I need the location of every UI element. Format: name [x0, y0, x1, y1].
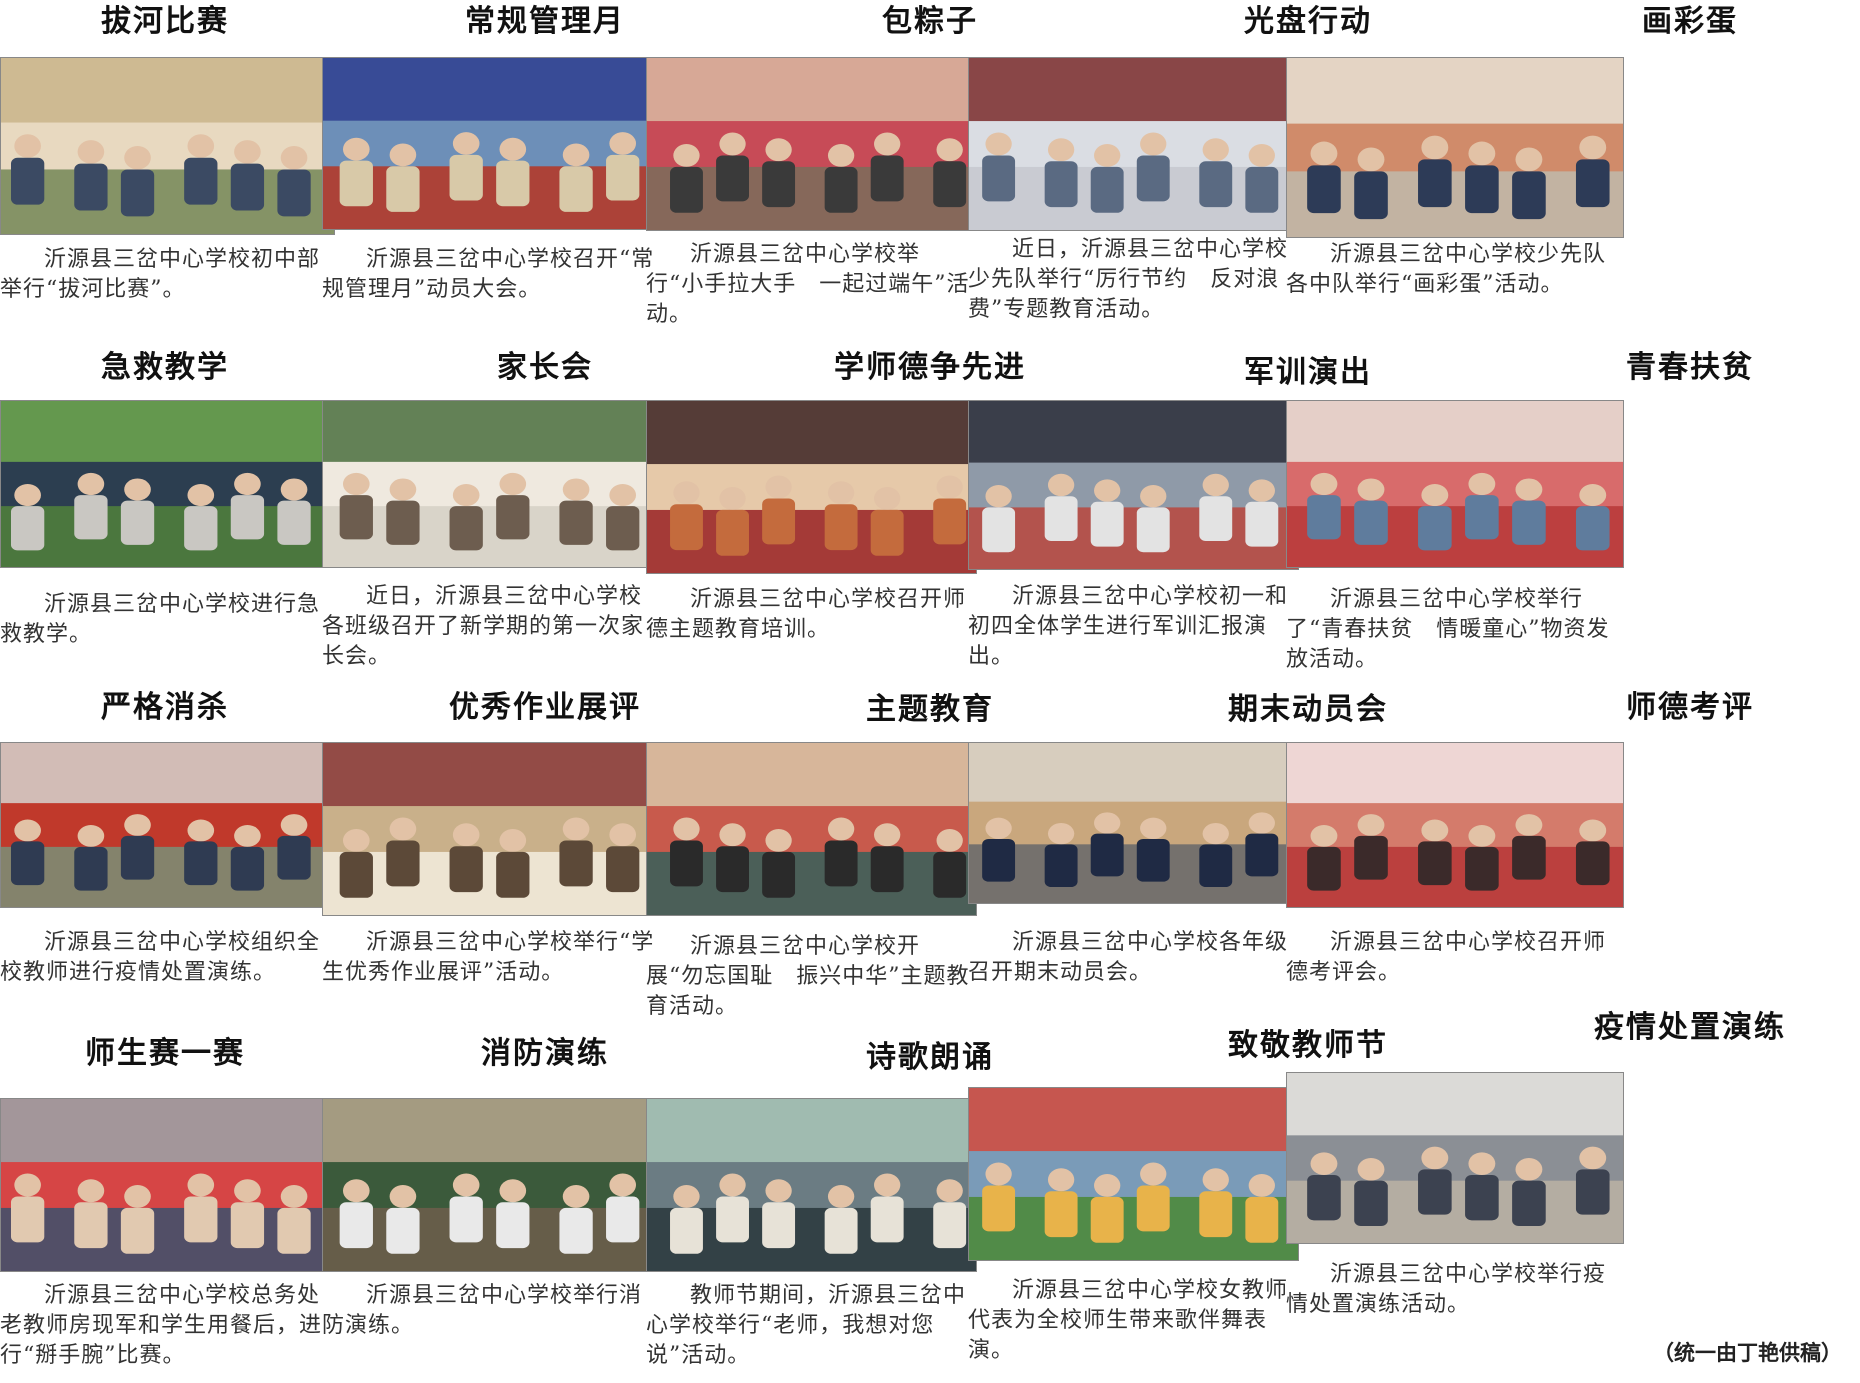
item-title: 期末动员会 — [1228, 692, 1388, 727]
tug-of-war-photo — [0, 57, 335, 235]
item-title: 军训演出 — [1244, 355, 1372, 390]
item-caption: 沂源县三岔中心学校初中部举行“拔河比赛”。 — [0, 247, 321, 302]
first-aid-photo — [0, 400, 335, 568]
lecture-photo — [646, 742, 977, 916]
dance-photo — [968, 1087, 1299, 1261]
item-caption: 沂源县三岔中心学校各年级召开期末动员会。 — [968, 930, 1289, 985]
item-caption: 近日，沂源县三岔中心学校少先队举行“厉行节约 反对浪费”专题教育活动。 — [968, 237, 1289, 322]
item-caption: 沂源县三岔中心学校召开“常规管理月”动员大会。 — [322, 247, 655, 302]
item-caption: 沂源县三岔中心学校举行了“青春扶贫 情暖童心”物资发放活动。 — [1286, 587, 1610, 672]
item-title: 师生赛一赛 — [85, 1036, 245, 1071]
meeting-hall-photo — [646, 400, 977, 574]
item-caption: 沂源县三岔中心学校少先队各中队举行“画彩蛋”活动。 — [1286, 242, 1607, 297]
item-title: 严格消杀 — [101, 690, 229, 725]
item-caption: 沂源县三岔中心学校开展“勿忘国耻 振兴中华”主题教育活动。 — [646, 934, 970, 1019]
item-caption: 沂源县三岔中心学校举行“小手拉大手 一起过端午”活动。 — [646, 242, 970, 327]
classroom-photo — [322, 400, 657, 568]
item-title: 常规管理月 — [465, 4, 625, 39]
ppe-drill-photo — [1286, 1072, 1624, 1244]
homework-photo — [322, 742, 657, 916]
evaluation-meeting-photo — [1286, 742, 1624, 908]
item-caption: 沂源县三岔中心学校召开师德考评会。 — [1286, 930, 1607, 985]
item-caption: 沂源县三岔中心学校女教师代表为全校师生带来歌伴舞表演。 — [968, 1278, 1289, 1363]
egg-photo — [1286, 57, 1624, 238]
item-title: 消防演练 — [481, 1036, 609, 1071]
item-title: 疫情处置演练 — [1594, 1010, 1786, 1045]
item-caption: 教师节期间，沂源县三岔中心学校举行“老师，我想对您说”活动。 — [646, 1283, 967, 1368]
item-title: 主题教育 — [866, 692, 994, 727]
item-caption: 沂源县三岔中心学校组织全校教师进行疫情处置演练。 — [0, 930, 321, 985]
item-title: 致敬教师节 — [1228, 1028, 1388, 1063]
item-caption: 沂源县三岔中心学校召开师德主题教育培训。 — [646, 587, 967, 642]
item-title: 优秀作业展评 — [449, 690, 641, 725]
item-title: 拔河比赛 — [101, 4, 229, 39]
item-title: 家长会 — [497, 350, 593, 385]
fire-drill-photo — [322, 1098, 657, 1272]
item-caption: 沂源县三岔中心学校初一和初四全体学生进行军训汇报演出。 — [968, 584, 1289, 669]
item-title: 光盘行动 — [1244, 4, 1372, 39]
military-drill-photo — [968, 400, 1299, 570]
zongzi-photo — [646, 57, 977, 231]
item-title: 急救教学 — [101, 350, 229, 385]
lineup-photo — [968, 742, 1299, 904]
gate-check-photo — [0, 742, 335, 908]
item-title: 包粽子 — [882, 4, 978, 39]
item-caption: 沂源县三岔中心学校举行“学生优秀作业展评”活动。 — [322, 930, 655, 985]
item-title: 诗歌朗诵 — [866, 1040, 994, 1075]
assembly-photo — [322, 57, 657, 230]
cafeteria-photo — [968, 57, 1299, 231]
arm-wrestling-photo — [0, 1098, 335, 1272]
item-caption: 沂源县三岔中心学校举行消防演练。 — [322, 1283, 643, 1338]
photo-credit: （统一由丁艳供稿） — [1653, 1341, 1842, 1365]
item-caption: 沂源县三岔中心学校举行疫情处置演练活动。 — [1286, 1262, 1607, 1317]
item-caption: 沂源县三岔中心学校进行急救教学。 — [0, 592, 321, 647]
item-title: 青春扶贫 — [1626, 350, 1754, 385]
item-title: 画彩蛋 — [1642, 4, 1738, 39]
item-title: 师德考评 — [1626, 690, 1754, 725]
recitation-photo — [646, 1098, 977, 1272]
item-caption: 近日，沂源县三岔中心学校各班级召开了新学期的第一次家长会。 — [322, 584, 645, 669]
item-title: 学师德争先进 — [834, 350, 1026, 385]
item-caption: 沂源县三岔中心学校总务处老教师房现军和学生用餐后，进行“掰手腕”比赛。 — [0, 1283, 323, 1368]
donation-photo — [1286, 400, 1624, 568]
